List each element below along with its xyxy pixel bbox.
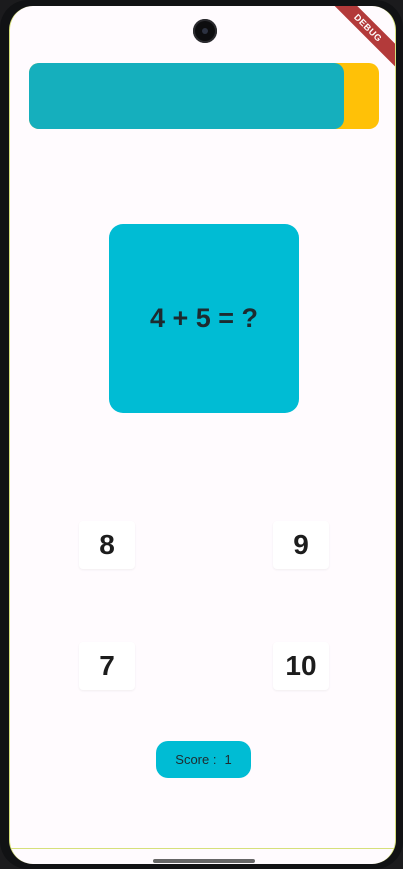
front-camera-icon: [193, 19, 217, 43]
score-button[interactable]: Score : 1: [156, 741, 251, 778]
bottom-divider: [10, 848, 395, 849]
home-indicator[interactable]: [153, 859, 255, 863]
answer-option-1[interactable]: 8: [79, 521, 135, 569]
answer-option-2[interactable]: 9: [273, 521, 329, 569]
phone-frame: DEBUG 4 + 5 = ? 8 9 7 10 Score : 1: [0, 0, 403, 869]
score-label: Score :: [175, 752, 217, 767]
question-text: 4 + 5 = ?: [149, 303, 259, 333]
answer-option-4[interactable]: 10: [273, 642, 329, 690]
timer-progress-bar: [29, 63, 379, 129]
answer-option-3[interactable]: 7: [79, 642, 135, 690]
question-card: 4 + 5 = ?: [109, 224, 299, 413]
score-value: 1: [224, 752, 232, 767]
timer-progress-fill: [29, 63, 344, 129]
app-screen: DEBUG 4 + 5 = ? 8 9 7 10 Score : 1: [9, 6, 396, 864]
